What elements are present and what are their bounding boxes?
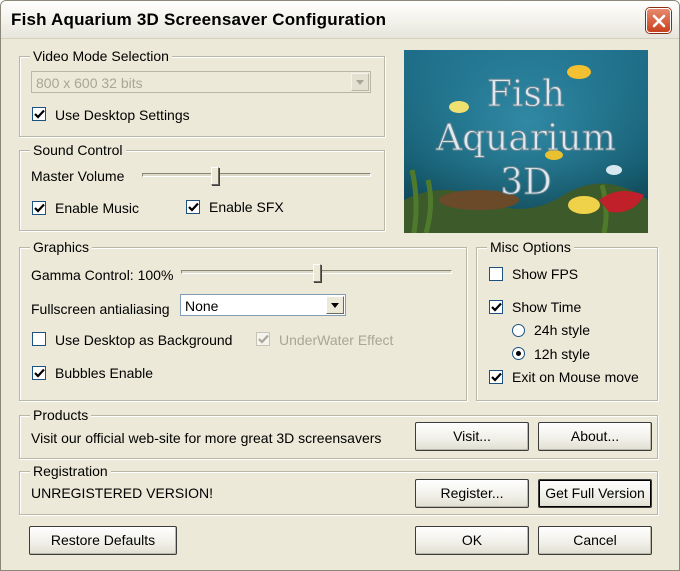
checkmark-icon	[188, 202, 199, 212]
sound-control-legend: Sound Control	[30, 142, 126, 158]
exit-on-mouse-move-checkbox[interactable]	[489, 370, 503, 384]
ok-button[interactable]: OK	[415, 526, 529, 555]
enable-sfx-checkbox[interactable]	[186, 200, 200, 214]
sound-control-group: Sound Control	[19, 142, 385, 231]
graphics-legend: Graphics	[30, 239, 93, 255]
show-time-label: Show Time	[512, 299, 582, 315]
use-desktop-settings-label: Use Desktop Settings	[55, 107, 190, 123]
get-full-version-button[interactable]: Get Full Version	[538, 479, 652, 508]
dropdown-arrow	[326, 296, 344, 314]
dropdown-arrow	[351, 73, 369, 91]
fullscreen-antialiasing-select[interactable]: None	[180, 294, 346, 316]
bubbles-enable-checkbox[interactable]	[32, 366, 46, 380]
use-desktop-background-checkbox[interactable]	[32, 332, 46, 346]
registration-status: UNREGISTERED VERSION!	[31, 485, 214, 501]
restore-defaults-button[interactable]: Restore Defaults	[29, 526, 177, 555]
radio-selected-dot	[516, 351, 521, 356]
style-24h-label: 24h style	[534, 322, 591, 338]
use-desktop-settings-checkbox[interactable]	[32, 107, 46, 121]
chevron-down-icon	[356, 80, 364, 85]
close-button[interactable]	[646, 8, 671, 33]
fish-aquarium-logo: Fish Aquarium 3D	[404, 50, 648, 233]
video-mode-select[interactable]: 800 x 600 32 bits	[31, 71, 371, 93]
products-legend: Products	[30, 407, 92, 423]
logo-line-1: Fish	[487, 74, 565, 115]
master-volume-thumb[interactable]	[211, 167, 219, 185]
checkmark-icon	[491, 372, 502, 382]
enable-sfx-label: Enable SFX	[209, 199, 284, 215]
master-volume-slider[interactable]	[142, 173, 371, 177]
misc-options-legend: Misc Options	[487, 239, 574, 255]
logo-line-2: Aquarium	[435, 118, 616, 159]
exit-on-mouse-move-label: Exit on Mouse move	[512, 369, 639, 385]
aquarium-logo-image: Fish Aquarium 3D	[404, 50, 648, 233]
registration-legend: Registration	[30, 463, 111, 479]
bubbles-enable-label: Bubbles Enable	[55, 365, 154, 381]
show-fps-checkbox[interactable]	[489, 267, 503, 281]
video-mode-value: 800 x 600 32 bits	[36, 75, 143, 91]
checkmark-icon	[34, 368, 45, 378]
show-time-checkbox[interactable]	[489, 300, 503, 314]
close-icon	[652, 14, 666, 28]
master-volume-label: Master Volume	[31, 168, 125, 184]
window-title: Fish Aquarium 3D Screensaver Configurati…	[11, 10, 387, 29]
enable-music-checkbox[interactable]	[32, 201, 46, 215]
style-24h-radio[interactable]	[512, 324, 525, 337]
cancel-button[interactable]: Cancel	[538, 526, 652, 555]
gamma-control-label: Gamma Control: 100%	[31, 267, 174, 283]
title-bar[interactable]: Fish Aquarium 3D Screensaver Configurati…	[1, 1, 679, 39]
enable-music-label: Enable Music	[55, 200, 140, 216]
register-button[interactable]: Register...	[415, 479, 529, 508]
style-12h-radio[interactable]	[512, 347, 525, 360]
video-mode-group: Video Mode Selection	[19, 48, 385, 137]
about-button[interactable]: About...	[538, 422, 652, 451]
fullscreen-antialiasing-value: None	[185, 298, 219, 314]
config-dialog: Fish Aquarium 3D Screensaver Configurati…	[0, 0, 680, 571]
checkmark-icon	[258, 334, 269, 344]
logo-line-3: 3D	[500, 162, 552, 203]
underwater-effect-checkbox[interactable]	[256, 332, 270, 346]
video-mode-legend: Video Mode Selection	[30, 48, 172, 64]
products-text: Visit our official web-site for more gre…	[31, 430, 382, 446]
checkmark-icon	[491, 302, 502, 312]
chevron-down-icon	[331, 303, 339, 308]
checkmark-icon	[34, 203, 45, 213]
checkmark-icon	[34, 109, 45, 119]
fullscreen-antialiasing-label: Fullscreen antialiasing	[31, 301, 170, 317]
visit-button[interactable]: Visit...	[415, 422, 529, 451]
show-fps-label: Show FPS	[512, 266, 579, 282]
use-desktop-background-label: Use Desktop as Background	[55, 332, 233, 348]
underwater-effect-label: UnderWater Effect	[279, 332, 394, 348]
gamma-slider-thumb[interactable]	[313, 264, 321, 282]
style-12h-label: 12h style	[534, 346, 591, 362]
